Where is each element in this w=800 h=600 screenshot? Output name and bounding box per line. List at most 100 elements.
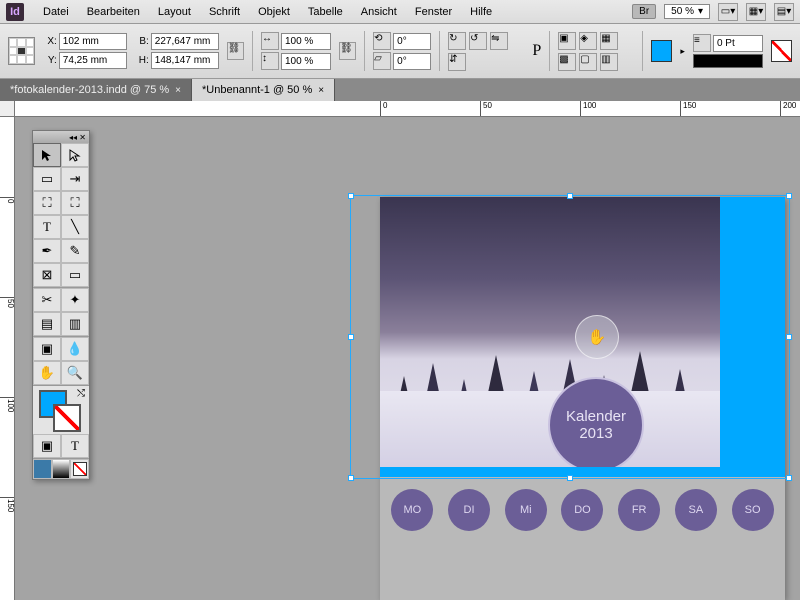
- rotate-icon: ⟲: [373, 32, 391, 50]
- flip-v-icon[interactable]: ⇵: [448, 53, 466, 71]
- tools-panel[interactable]: ◂◂ ✕ ▭ ⇥ ⛶ ⛶ T ╲ ✒ ✎ ⊠ ▭ ✂ ✦ ▤ ▥ ▣ 💧 ✋ 🔍…: [32, 130, 90, 480]
- gradient-feather-tool[interactable]: ▥: [61, 312, 89, 336]
- apply-gradient-button[interactable]: [52, 459, 71, 479]
- rotate-input[interactable]: [393, 33, 431, 50]
- gap-tool[interactable]: ⇥: [61, 167, 89, 191]
- shear-input[interactable]: [393, 53, 431, 70]
- menu-datei[interactable]: Datei: [34, 6, 78, 18]
- menu-tabelle[interactable]: Tabelle: [299, 6, 352, 18]
- y-label: Y:: [43, 55, 57, 66]
- day-mo[interactable]: MO: [391, 489, 433, 531]
- width-input[interactable]: [151, 33, 219, 50]
- workspace-button[interactable]: ▤▾: [774, 3, 794, 21]
- day-so[interactable]: SO: [732, 489, 774, 531]
- day-do[interactable]: DO: [561, 489, 603, 531]
- zoom-tool[interactable]: 🔍: [61, 361, 89, 385]
- pen-tool[interactable]: ✒: [33, 239, 61, 263]
- ruler-tick: 150: [0, 497, 15, 512]
- hand-tool[interactable]: ✋: [33, 361, 61, 385]
- screen-mode-button[interactable]: ▭▾: [718, 3, 738, 21]
- fill-frame-icon[interactable]: ▥: [600, 53, 618, 71]
- apply-none-button[interactable]: [70, 459, 89, 479]
- selection-tool[interactable]: [33, 143, 61, 167]
- height-input[interactable]: [151, 52, 219, 69]
- menu-ansicht[interactable]: Ansicht: [352, 6, 406, 18]
- line-tool[interactable]: ╲: [61, 215, 89, 239]
- tools-panel-header[interactable]: ◂◂ ✕: [33, 131, 89, 143]
- free-transform-tool[interactable]: ✦: [61, 288, 89, 312]
- stroke-color[interactable]: [53, 404, 81, 432]
- chevron-down-icon: ▾: [698, 6, 703, 17]
- rectangle-frame-tool[interactable]: ⊠: [33, 263, 61, 287]
- menu-schrift[interactable]: Schrift: [200, 6, 249, 18]
- menu-layout[interactable]: Layout: [149, 6, 200, 18]
- ruler-origin[interactable]: [0, 101, 15, 117]
- day-mi[interactable]: Mi: [505, 489, 547, 531]
- flip-h-icon[interactable]: ⇋: [490, 32, 508, 50]
- gradient-swatch-tool[interactable]: ▤: [33, 312, 61, 336]
- paragraph-p-icon[interactable]: P: [532, 42, 541, 60]
- weekday-row: MO DI Mi DO FR SA SO: [380, 489, 785, 531]
- fill-color-swatch[interactable]: [651, 40, 672, 62]
- constrain-wh-icon[interactable]: ⛓: [227, 42, 244, 60]
- menubar: Id Datei Bearbeiten Layout Schrift Objek…: [0, 0, 800, 24]
- swap-colors-icon[interactable]: ⤭: [77, 388, 85, 399]
- stroke-weight-input[interactable]: [713, 35, 763, 52]
- arrange-button[interactable]: ▦▾: [746, 3, 766, 21]
- ruler-tick: 100: [580, 101, 596, 117]
- direct-selection-tool[interactable]: [61, 143, 89, 167]
- shear-icon: ▱: [373, 52, 391, 70]
- control-bar: X: Y: B: H: ⛓ ↔ ↕ ⛓ ⟲ ▱ ↻ ↺ ⇋ ⇵ P ▣ ◈ ▦ …: [0, 24, 800, 79]
- ruler-tick: 50: [480, 101, 492, 117]
- formatting-text-icon[interactable]: T: [61, 434, 89, 458]
- content-placer-tool[interactable]: ⛶: [61, 191, 89, 215]
- doc-tab-2[interactable]: *Unbenannt-1 @ 50 %×: [192, 79, 335, 101]
- doc-tab-1[interactable]: *fotokalender-2013.indd @ 75 % ×: [0, 79, 192, 101]
- menu-fenster[interactable]: Fenster: [406, 6, 461, 18]
- bridge-button[interactable]: Br: [632, 4, 656, 19]
- rectangle-tool[interactable]: ▭: [61, 263, 89, 287]
- menu-objekt[interactable]: Objekt: [249, 6, 299, 18]
- ruler-tick: 50: [0, 297, 15, 308]
- page-tool[interactable]: ▭: [33, 167, 61, 191]
- select-content-icon[interactable]: ◈: [579, 32, 597, 50]
- day-sa[interactable]: SA: [675, 489, 717, 531]
- formatting-container-icon[interactable]: ▣: [33, 434, 61, 458]
- fit-content-icon[interactable]: ▦: [600, 32, 618, 50]
- horizontal-ruler[interactable]: 0 50 100 150 200: [15, 101, 800, 117]
- y-input[interactable]: [59, 52, 127, 69]
- constrain-scale-icon[interactable]: ⛓: [339, 42, 356, 60]
- menu-hilfe[interactable]: Hilfe: [461, 6, 501, 18]
- close-icon[interactable]: ×: [318, 85, 324, 96]
- center-content-icon[interactable]: ▢: [579, 53, 597, 71]
- close-icon[interactable]: ×: [175, 85, 181, 96]
- stroke-color-swatch[interactable]: [771, 40, 792, 62]
- scale-y-input[interactable]: [281, 53, 331, 70]
- scale-x-input[interactable]: [281, 33, 331, 50]
- rotate-cw-icon[interactable]: ↻: [448, 32, 466, 50]
- stroke-style-dropdown[interactable]: [693, 54, 763, 68]
- type-tool[interactable]: T: [33, 215, 61, 239]
- eyedropper-tool[interactable]: 💧: [61, 337, 89, 361]
- reference-point-grid[interactable]: [8, 37, 35, 65]
- rotate-ccw-icon[interactable]: ↺: [469, 32, 487, 50]
- pencil-tool[interactable]: ✎: [61, 239, 89, 263]
- fit-frame-icon[interactable]: ▩: [558, 53, 576, 71]
- vertical-ruler[interactable]: 0 50 100 150: [0, 117, 15, 600]
- zoom-level-input[interactable]: 50 %▾: [664, 4, 710, 19]
- day-fr[interactable]: FR: [618, 489, 660, 531]
- menu-bearbeiten[interactable]: Bearbeiten: [78, 6, 149, 18]
- day-di[interactable]: DI: [448, 489, 490, 531]
- fill-stroke-area[interactable]: ⤭: [33, 386, 89, 434]
- document-canvas[interactable]: ✋ Kalender 2013 MO DI Mi DO FR SA SO: [15, 117, 800, 600]
- apply-color-button[interactable]: [33, 459, 52, 479]
- select-container-icon[interactable]: ▣: [558, 32, 576, 50]
- scissors-tool[interactable]: ✂: [33, 288, 61, 312]
- x-input[interactable]: [59, 33, 127, 50]
- note-tool[interactable]: ▣: [33, 337, 61, 361]
- selection-frame[interactable]: [350, 195, 790, 479]
- ruler-tick: 0: [0, 197, 15, 203]
- chevron-down-icon[interactable]: ▸: [680, 46, 685, 57]
- doc-tab-1-label: *fotokalender-2013.indd @ 75 %: [10, 84, 169, 96]
- content-collector-tool[interactable]: ⛶: [33, 191, 61, 215]
